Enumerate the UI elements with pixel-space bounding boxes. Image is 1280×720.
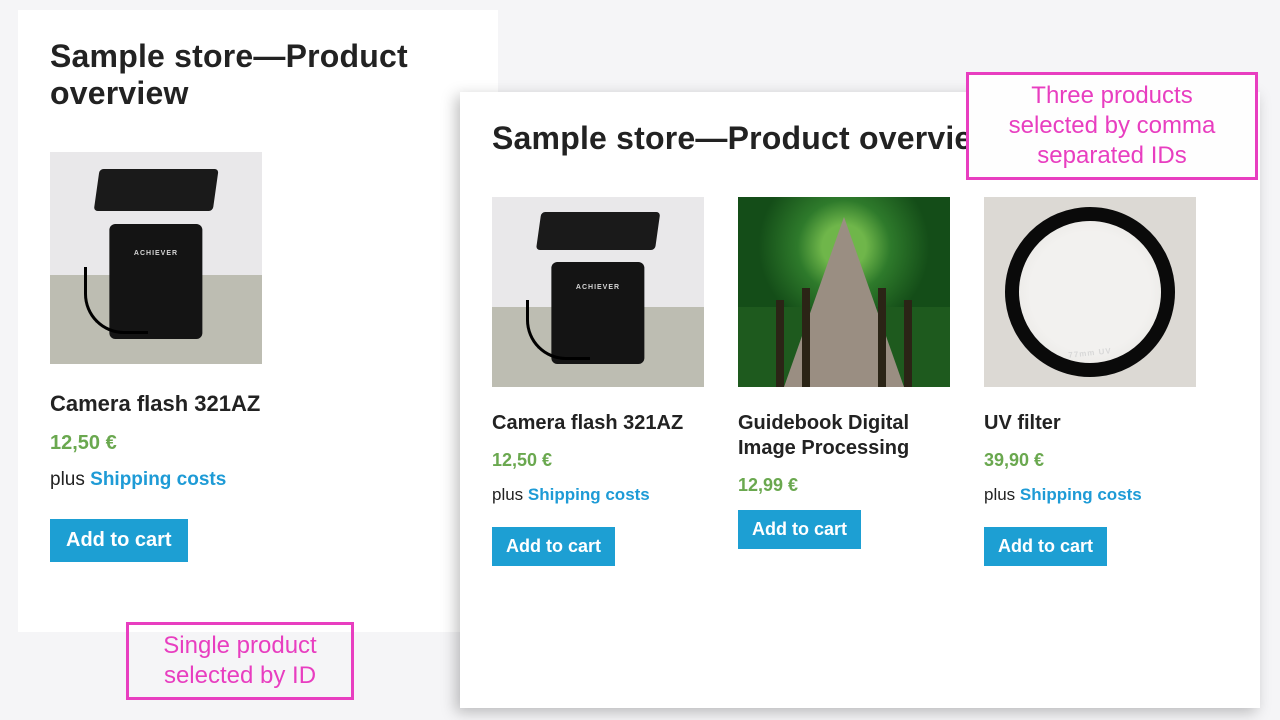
shipping-link[interactable]: Shipping costs xyxy=(528,485,650,504)
page-title: Sample store—Product overview xyxy=(50,38,466,112)
shipping-link[interactable]: Shipping costs xyxy=(90,469,226,490)
plus-label: plus xyxy=(492,485,528,504)
product-title[interactable]: Camera flash 321AZ xyxy=(492,411,704,436)
product-title[interactable]: Guidebook Digital Image Processing xyxy=(738,411,950,461)
multi-product-panel: Sample store—Product overview ACHIEVER C… xyxy=(460,92,1260,708)
product-card: Guidebook Digital Image Processing 12,99… xyxy=(738,197,950,566)
add-to-cart-button[interactable]: Add to cart xyxy=(738,510,861,549)
single-product-panel: Sample store—Product overview ACHIEVER C… xyxy=(18,10,498,632)
annotation-single: Single product selected by ID xyxy=(126,622,354,700)
product-image[interactable] xyxy=(738,197,950,387)
add-to-cart-button[interactable]: Add to cart xyxy=(984,527,1107,566)
add-to-cart-button[interactable]: Add to cart xyxy=(492,527,615,566)
product-card: ACHIEVER Camera flash 321AZ 12,50 € plus… xyxy=(492,197,704,566)
product-grid: ACHIEVER Camera flash 321AZ 12,50 € plus… xyxy=(492,197,1228,566)
product-title[interactable]: Camera flash 321AZ xyxy=(50,390,262,418)
product-price: 12,50 € xyxy=(492,450,704,471)
product-image[interactable]: ACHIEVER xyxy=(492,197,704,387)
product-price: 12,99 € xyxy=(738,475,950,496)
shipping-line: plus Shipping costs xyxy=(492,485,704,505)
product-price: 12,50 € xyxy=(50,432,262,455)
product-title[interactable]: UV filter xyxy=(984,411,1196,436)
product-grid: ACHIEVER Camera flash 321AZ 12,50 € plus… xyxy=(50,152,466,562)
add-to-cart-button[interactable]: Add to cart xyxy=(50,519,188,562)
product-card: ACHIEVER Camera flash 321AZ 12,50 € plus… xyxy=(50,152,262,562)
shipping-line: plus Shipping costs xyxy=(984,485,1196,505)
plus-label: plus xyxy=(984,485,1020,504)
product-price: 39,90 € xyxy=(984,450,1196,471)
plus-label: plus xyxy=(50,469,90,490)
product-image[interactable]: 77mm UV xyxy=(984,197,1196,387)
shipping-line: plus Shipping costs xyxy=(50,469,262,491)
annotation-multi: Three products selected by comma separat… xyxy=(966,72,1258,180)
shipping-link[interactable]: Shipping costs xyxy=(1020,485,1142,504)
product-card: 77mm UV UV filter 39,90 € plus Shipping … xyxy=(984,197,1196,566)
product-image[interactable]: ACHIEVER xyxy=(50,152,262,364)
